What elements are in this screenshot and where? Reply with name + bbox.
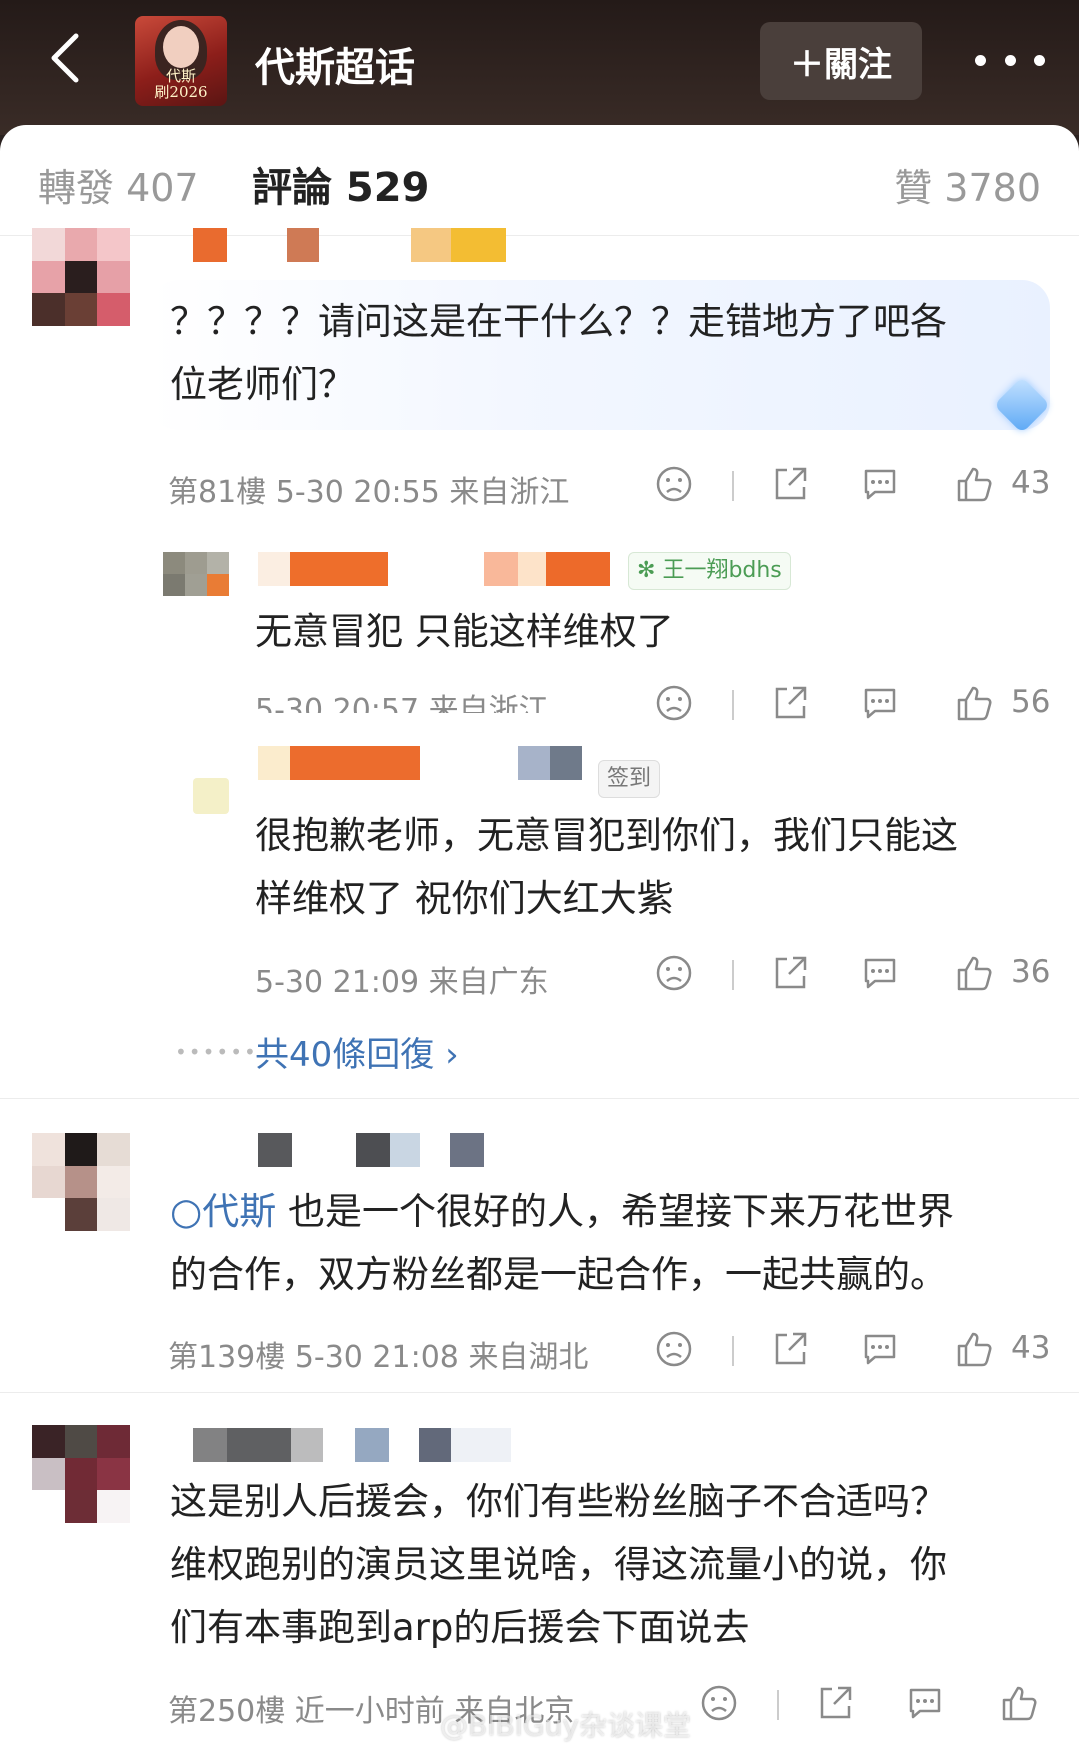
- comment-meta: 第81樓 5-30 20:55 来自浙江: [168, 467, 569, 511]
- share-icon[interactable]: [816, 1684, 854, 1726]
- timestamp: 5-30 21:08: [294, 1340, 459, 1375]
- share-icon[interactable]: [771, 684, 809, 726]
- tab-forward[interactable]: 轉發 407: [38, 157, 198, 207]
- timestamp: 5-30 21:09: [255, 965, 420, 1000]
- like-icon[interactable]: [1000, 1684, 1038, 1726]
- username-blurred[interactable]: [258, 552, 610, 586]
- top-bar: 代斯 刷2026 代斯超话 ＋關注: [0, 0, 1079, 135]
- back-icon[interactable]: [38, 28, 98, 88]
- more-icon[interactable]: [975, 40, 1045, 80]
- share-icon[interactable]: [771, 465, 809, 507]
- comment-text-line2: 维权跑别的演员这里说啥，得这流量小的说，你: [170, 1543, 947, 1586]
- dislike-icon[interactable]: [700, 1684, 738, 1726]
- dislike-icon[interactable]: [655, 684, 693, 726]
- supertopic-avatar[interactable]: 代斯 刷2026: [135, 16, 227, 106]
- location: 来自湖北: [468, 1340, 589, 1375]
- avatar[interactable]: [32, 1425, 130, 1523]
- share-icon[interactable]: [771, 1330, 809, 1372]
- dislike-icon[interactable]: [655, 954, 693, 996]
- topic-mention[interactable]: 代斯: [202, 1190, 276, 1233]
- reply-text-line2: 样维权了 祝你们大红大紫: [255, 877, 674, 920]
- dislike-icon[interactable]: [655, 1330, 693, 1372]
- comment-text-line3: 们有本事跑到arp的后援会下面说去: [170, 1606, 750, 1649]
- thread-dots: ••••••: [175, 1040, 258, 1064]
- tab-bar: 轉發 407 評論 529 贊 3780: [0, 125, 1079, 235]
- avatar-text: 代斯 刷2026: [154, 67, 208, 101]
- more-replies-link[interactable]: 共40條回復 ›: [255, 1027, 459, 1076]
- separator: [732, 1336, 734, 1366]
- timestamp: 5-30 20:55: [275, 475, 440, 510]
- location: 来自广东: [428, 965, 549, 1000]
- tab-comments[interactable]: 評論 529: [252, 155, 429, 213]
- page-title: 代斯超话: [255, 45, 415, 91]
- like-icon[interactable]: [955, 465, 993, 507]
- reply-icon[interactable]: [906, 1684, 944, 1726]
- comment-text-line2: 的合作，双方粉丝都是一起合作，一起共赢的。: [170, 1253, 947, 1296]
- like-icon[interactable]: [955, 954, 993, 996]
- reply-icon[interactable]: [861, 1330, 899, 1372]
- reply-text: 很抱歉老师，无意冒犯到你们，我们只能这: [255, 814, 958, 857]
- like-icon[interactable]: [955, 684, 993, 726]
- comment-meta: 第139樓 5-30 21:08 来自湖北: [168, 1332, 588, 1376]
- like-count: 43: [1011, 465, 1051, 501]
- username-blurred[interactable]: [258, 746, 606, 780]
- avatar[interactable]: [32, 1133, 130, 1231]
- comment-text-rest: 也是一个很好的人，希望接下来万花世界: [276, 1190, 955, 1233]
- fan-badge: ✻ 王一翔bdhs: [628, 552, 791, 590]
- separator: [732, 690, 734, 720]
- divider: [0, 1392, 1079, 1393]
- avatar-face: [163, 26, 199, 68]
- like-icon[interactable]: [955, 1330, 993, 1372]
- username-blurred[interactable]: [193, 228, 506, 262]
- username-blurred[interactable]: [258, 1133, 484, 1167]
- reply-meta: 5-30 20:57 来自浙江: [255, 693, 549, 713]
- like-count: 36: [1011, 954, 1051, 990]
- divider: [0, 1098, 1079, 1099]
- separator: [777, 1690, 779, 1720]
- reply-text: 无意冒犯 只能这样维权了: [255, 610, 674, 653]
- comment-text: ？？？？请问这是在干什么？？走错地方了吧各: [170, 300, 947, 343]
- separator: [732, 960, 734, 990]
- floor-number: 第139樓: [168, 1340, 286, 1375]
- comment-actions: 43: [655, 465, 1055, 509]
- reply-icon[interactable]: [861, 684, 899, 726]
- reply-icon[interactable]: [861, 465, 899, 507]
- divider: [0, 235, 1079, 236]
- share-icon[interactable]: [771, 954, 809, 996]
- comment-actions: [700, 1684, 1060, 1728]
- watermark: @BIBIGuy杂谈课堂: [440, 1709, 691, 1742]
- comment-text-line2: 位老师们？: [170, 363, 355, 406]
- comment-text: ○代斯 也是一个很好的人，希望接下来万花世界: [170, 1180, 954, 1243]
- avatar[interactable]: [32, 228, 130, 326]
- avatar[interactable]: [193, 778, 229, 814]
- fan-badge-label: 王一翔bdhs: [662, 558, 782, 583]
- username-blurred[interactable]: [193, 1428, 511, 1462]
- checkin-badge: 签到: [598, 760, 661, 798]
- reply-icon[interactable]: [861, 954, 899, 996]
- location: 来自浙江: [449, 475, 570, 510]
- like-count: 56: [1011, 684, 1051, 720]
- floor-number: 第81樓: [168, 475, 267, 510]
- reply-meta: 5-30 21:09 来自广东: [255, 957, 549, 1001]
- dislike-icon[interactable]: [655, 465, 693, 507]
- comment-text: 这是别人后援会，你们有些粉丝脑子不合适吗？: [170, 1480, 947, 1523]
- like-count: 43: [1011, 1330, 1051, 1366]
- search-icon: ○: [170, 1190, 203, 1233]
- reply-actions: 36: [655, 954, 1055, 998]
- reply-actions: 56: [655, 684, 1055, 728]
- tab-likes[interactable]: 贊 3780: [894, 157, 1041, 212]
- follow-button[interactable]: ＋關注: [760, 22, 922, 100]
- avatar[interactable]: [163, 552, 229, 618]
- comment-actions: 43: [655, 1330, 1055, 1374]
- separator: [732, 471, 734, 501]
